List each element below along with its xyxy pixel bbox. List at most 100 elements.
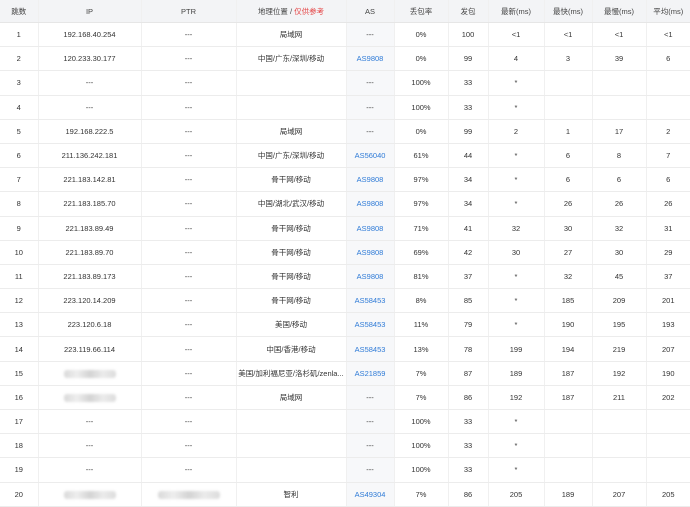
sent-cell: 33 xyxy=(447,95,488,120)
avg-cell xyxy=(645,457,690,483)
ip-cell: 192.168.40.254 xyxy=(37,22,141,48)
as-link[interactable]: AS9808 xyxy=(357,248,384,257)
best-cell: 26 xyxy=(543,191,592,217)
col-header-loss: 丢包率 xyxy=(393,0,448,23)
table-row: 20 智利 AS49304 7% 86 205 189 207 205 xyxy=(0,482,690,507)
avg-cell xyxy=(645,70,690,96)
location-cell: 中国/湖北/武汉/移动 xyxy=(235,191,346,217)
ptr-cell: --- xyxy=(140,216,236,241)
worst-cell: 192 xyxy=(591,361,646,386)
ip-cell: 192.168.222.5 xyxy=(37,119,141,144)
loss-cell: 100% xyxy=(393,409,448,435)
as-link[interactable]: AS56040 xyxy=(355,151,386,160)
worst-cell xyxy=(591,433,646,459)
worst-cell: <1 xyxy=(591,22,646,48)
ip-cell: 221.183.89.49 xyxy=(37,216,141,241)
as-link[interactable]: AS58453 xyxy=(355,345,386,354)
avg-cell: 29 xyxy=(645,240,690,265)
location-cell: 局域网 xyxy=(235,22,346,48)
best-cell: 190 xyxy=(543,312,592,338)
last-cell: * xyxy=(487,167,544,193)
last-cell: <1 xyxy=(487,22,544,48)
worst-cell: 211 xyxy=(591,385,646,411)
location-cell: 骨干网/移动 xyxy=(235,240,346,265)
hop-cell: 7 xyxy=(0,167,38,193)
loss-cell: 100% xyxy=(393,70,448,96)
last-cell: * xyxy=(487,143,544,169)
loss-cell: 97% xyxy=(393,167,448,193)
sent-cell: 99 xyxy=(447,119,488,144)
worst-cell xyxy=(591,95,646,120)
last-cell: * xyxy=(487,264,544,290)
as-link[interactable]: AS9808 xyxy=(357,54,384,63)
hop-cell: 10 xyxy=(0,240,38,265)
as-link[interactable]: AS9808 xyxy=(357,175,384,184)
col-header-hop: 跳数 xyxy=(0,0,38,23)
as-cell: AS9808 xyxy=(345,167,394,193)
as-link[interactable]: AS9808 xyxy=(357,272,384,281)
table-row: 18 --- --- --- 100% 33 * xyxy=(0,433,690,459)
worst-cell xyxy=(591,457,646,483)
hop-cell: 11 xyxy=(0,264,38,290)
sent-cell: 37 xyxy=(447,264,488,290)
as-link[interactable]: AS9808 xyxy=(357,224,384,233)
worst-cell: 32 xyxy=(591,216,646,241)
as-link[interactable]: AS9808 xyxy=(357,199,384,208)
col-header-avg: 平均(ms) xyxy=(645,0,690,23)
best-cell: 189 xyxy=(543,482,592,507)
worst-cell: 195 xyxy=(591,312,646,338)
as-link[interactable]: AS58453 xyxy=(355,320,386,329)
ptr-cell: --- xyxy=(140,167,236,193)
location-cell: 骨干网/移动 xyxy=(235,167,346,193)
sent-cell: 33 xyxy=(447,70,488,96)
avg-cell: 31 xyxy=(645,216,690,241)
best-cell xyxy=(543,457,592,483)
avg-cell xyxy=(645,433,690,459)
avg-cell: <1 xyxy=(645,22,690,48)
worst-cell: 26 xyxy=(591,191,646,217)
ptr-cell: --- xyxy=(140,457,236,483)
table-row: 15 --- 美国/加利福尼亚/洛杉矶/zenla... AS21859 7% 87 189… xyxy=(0,361,690,386)
last-cell: 30 xyxy=(487,240,544,265)
worst-cell: 17 xyxy=(591,119,646,144)
sent-cell: 42 xyxy=(447,240,488,265)
table-row: 14 223.119.66.114 --- 中国/香港/移动 AS58453 13% 78 1… xyxy=(0,336,690,362)
ptr-cell: --- xyxy=(140,385,236,411)
col-header-ptr: PTR xyxy=(140,0,236,23)
ip-cell: --- xyxy=(37,95,141,120)
best-cell: 3 xyxy=(543,46,592,72)
sent-cell: 78 xyxy=(447,336,488,362)
best-cell: <1 xyxy=(543,22,592,48)
as-link[interactable]: AS49304 xyxy=(355,490,386,499)
ip-cell: --- xyxy=(37,70,141,96)
location-cell: 智利 xyxy=(235,482,346,507)
last-cell: 4 xyxy=(487,46,544,72)
table-row: 16 --- 局域网 --- 7% 86 192 187 211 202 xyxy=(0,385,690,411)
location-cell: 骨干网/移动 xyxy=(235,264,346,290)
last-cell: 205 xyxy=(487,482,544,507)
ptr-cell: --- xyxy=(140,240,236,265)
table-row: 3 --- --- --- 100% 33 * xyxy=(0,70,690,96)
last-cell: 189 xyxy=(487,361,544,386)
avg-cell: 26 xyxy=(645,191,690,217)
loss-cell: 61% xyxy=(393,143,448,169)
hop-cell: 1 xyxy=(0,22,38,48)
worst-cell: 8 xyxy=(591,143,646,169)
last-cell: * xyxy=(487,457,544,483)
traceroute-table: 跳数 IP PTR 地理位置 / 仅供参考 AS 丢包率 发包 最新(ms) 最… xyxy=(0,0,690,507)
loss-cell: 100% xyxy=(393,457,448,483)
ptr-cell: --- xyxy=(140,288,236,314)
last-cell: 2 xyxy=(487,119,544,144)
as-link[interactable]: AS58453 xyxy=(355,296,386,305)
location-cell xyxy=(235,457,346,483)
best-cell: 27 xyxy=(543,240,592,265)
table-row: 4 --- --- --- 100% 33 * xyxy=(0,95,690,120)
as-cell: AS56040 xyxy=(345,143,394,169)
last-cell: * xyxy=(487,433,544,459)
sent-cell: 33 xyxy=(447,433,488,459)
hop-cell: 14 xyxy=(0,336,38,362)
avg-cell: 202 xyxy=(645,385,690,411)
as-link[interactable]: AS21859 xyxy=(355,369,386,378)
ptr-cell: --- xyxy=(140,409,236,435)
avg-cell: 37 xyxy=(645,264,690,290)
